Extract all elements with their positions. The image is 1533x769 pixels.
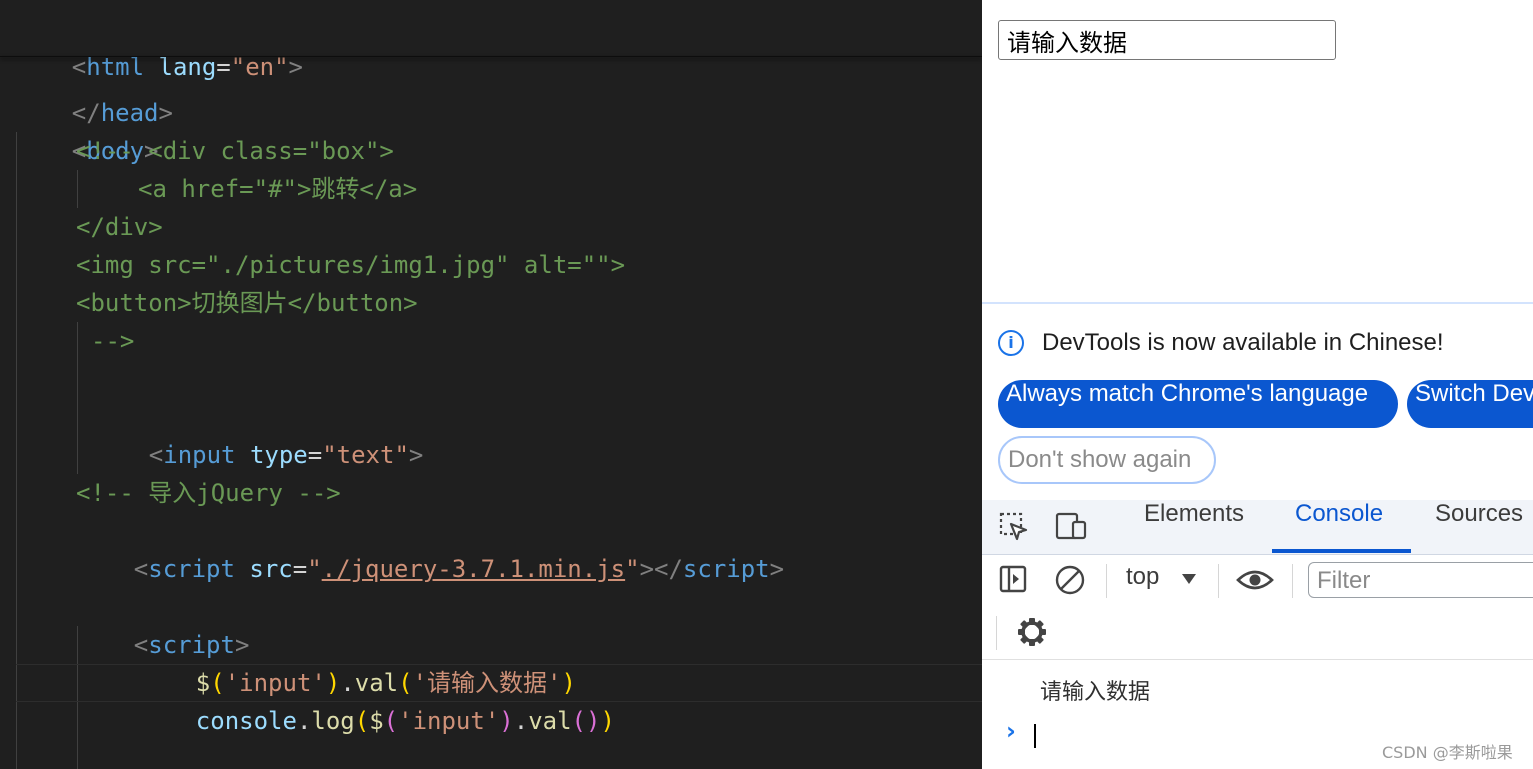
- context-selector[interactable]: top: [1126, 563, 1159, 591]
- code-line-comment[interactable]: <button>切换图片</button>: [76, 284, 418, 322]
- console-log-message[interactable]: 请输入数据: [1040, 674, 1150, 706]
- devtools-resize-divider[interactable]: [982, 302, 1533, 304]
- devtools-tab-bar: Elements Console Sources: [982, 500, 1533, 555]
- caret-down-icon[interactable]: [1180, 572, 1198, 586]
- active-tab-indicator: [1272, 549, 1411, 553]
- code-line-comment[interactable]: </div>: [76, 208, 163, 246]
- code-line-input[interactable]: <input type="text">: [91, 398, 424, 469]
- script-src-link[interactable]: ./jquery-3.7.1.min.js: [322, 555, 625, 583]
- code-line-comment[interactable]: <img src="./pictures/img1.jpg" alt="">: [76, 246, 625, 284]
- token: <: [148, 441, 164, 469]
- token: log: [311, 707, 355, 735]
- tab-sources[interactable]: Sources: [1435, 500, 1523, 554]
- token: ): [600, 707, 615, 735]
- code-line-script-src[interactable]: <script src="./jquery-3.7.1.min.js"></sc…: [76, 512, 784, 583]
- sidebar-toggle-icon[interactable]: [998, 564, 1028, 594]
- token: ></: [639, 555, 683, 583]
- console-input-caret[interactable]: [1034, 724, 1036, 748]
- indent-guide: [77, 170, 78, 208]
- toolbar-separator: [1106, 564, 1107, 598]
- indent-guide: [77, 322, 78, 474]
- console-prompt-icon: ›: [1006, 717, 1016, 745]
- token: ): [499, 707, 514, 735]
- token: "en": [230, 53, 289, 81]
- token: script: [148, 555, 235, 583]
- switch-devtools-language-button[interactable]: Switch Dev: [1407, 380, 1533, 428]
- language-banner-message: DevTools is now available in Chinese!: [1042, 329, 1444, 356]
- code-line-head-close[interactable]: </head>: [14, 56, 173, 127]
- code-editor[interactable]: <html lang="en"> </head> <body> <!-- <di…: [0, 0, 982, 769]
- page-viewport: [982, 0, 1533, 302]
- token: (): [571, 707, 601, 735]
- console-filter-input[interactable]: Filter: [1308, 562, 1533, 598]
- code-line-comment[interactable]: -->: [91, 322, 134, 360]
- token: .: [296, 707, 312, 735]
- token: type: [249, 441, 308, 469]
- token: (: [354, 707, 370, 735]
- tab-elements[interactable]: Elements: [1144, 500, 1244, 554]
- clear-console-icon[interactable]: [1054, 564, 1086, 596]
- console-settings-row: [982, 607, 1533, 660]
- token: ": [625, 555, 640, 583]
- always-match-language-button[interactable]: Always match Chrome's language: [998, 380, 1398, 428]
- live-expression-eye-icon[interactable]: [1236, 566, 1274, 594]
- token: src: [249, 555, 293, 583]
- token: console: [195, 707, 297, 735]
- token: val: [528, 707, 572, 735]
- token: ": [307, 555, 322, 583]
- code-line-comment[interactable]: <!-- <div class="box">: [76, 132, 394, 170]
- token: >: [288, 53, 303, 81]
- token: <: [133, 555, 149, 583]
- token: >: [408, 441, 424, 469]
- device-toolbar-icon[interactable]: [1054, 511, 1088, 543]
- page-text-input[interactable]: [998, 20, 1336, 60]
- code-line-comment[interactable]: <a href="#">跳转</a>: [138, 170, 417, 208]
- token: 'input': [398, 707, 500, 735]
- token: $: [369, 707, 384, 735]
- code-line-html[interactable]: <html lang="en">: [14, 10, 303, 81]
- token: input: [163, 441, 236, 469]
- token: >: [769, 555, 785, 583]
- token: >: [158, 99, 173, 127]
- code-line-body[interactable]: <body>: [14, 94, 159, 165]
- info-icon: i: [998, 330, 1024, 356]
- token: =: [216, 53, 231, 81]
- token: =: [307, 441, 323, 469]
- code-line-comment[interactable]: <!-- 导入jQuery -->: [76, 474, 341, 512]
- gear-icon[interactable]: [1016, 616, 1048, 648]
- code-line-console-log[interactable]: console.log($('input').val()): [138, 664, 615, 735]
- code-line-set-val[interactable]: $('input').val('请输入数据'): [138, 626, 576, 697]
- token: .: [513, 707, 529, 735]
- watermark: CSDN @李斯啦果: [1382, 743, 1513, 762]
- code-line-script-open[interactable]: <script>: [76, 588, 250, 659]
- inspect-element-icon[interactable]: [998, 511, 1030, 543]
- toolbar-separator: [1218, 564, 1219, 598]
- toolbar-separator: [996, 616, 997, 650]
- dont-show-again-button[interactable]: Don't show again: [998, 436, 1216, 484]
- toolbar-separator: [1292, 564, 1293, 598]
- tab-console[interactable]: Console: [1295, 500, 1383, 554]
- token: "text": [322, 441, 409, 469]
- token: (: [383, 707, 399, 735]
- browser-pane: i DevTools is now available in Chinese! …: [982, 0, 1533, 769]
- token: =: [292, 555, 308, 583]
- token: script: [682, 555, 770, 583]
